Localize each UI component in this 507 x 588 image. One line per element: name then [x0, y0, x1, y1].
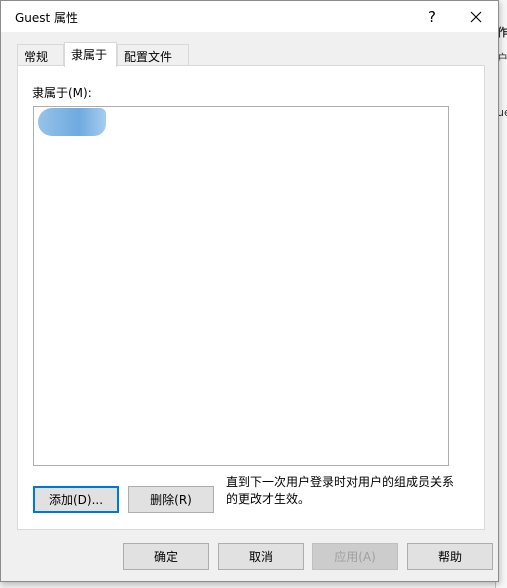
properties-dialog: Guest 属性 ? 常规 隶属于 配置文件 隶属于(M): 添加(D)... … — [0, 0, 499, 582]
remove-button[interactable]: 删除(R) — [128, 486, 214, 513]
title-bar[interactable]: Guest 属性 ? — [1, 1, 498, 32]
tab-profile[interactable]: 配置文件 — [117, 44, 189, 65]
member-of-label: 隶属于(M): — [32, 86, 92, 100]
add-button[interactable]: 添加(D)... — [33, 486, 119, 513]
cancel-button[interactable]: 取消 — [218, 543, 304, 570]
help-button[interactable]: 帮助 — [407, 543, 493, 570]
tab-general[interactable]: 常规 — [17, 44, 64, 65]
close-icon[interactable] — [453, 1, 499, 32]
list-item-redacted[interactable] — [38, 108, 106, 136]
member-of-panel: 隶属于(M): 添加(D)... 删除(R) 直到下一次用户登录时对用户的组成员… — [17, 65, 485, 530]
apply-button[interactable]: 应用(A) — [312, 543, 398, 570]
member-of-list[interactable] — [33, 106, 449, 466]
ok-button[interactable]: 确定 — [123, 543, 209, 570]
window-title: Guest 属性 — [15, 11, 79, 25]
membership-change-note: 直到下一次用户登录时对用户的组成员关系的更改才生效。 — [226, 475, 455, 506]
help-icon[interactable]: ? — [409, 1, 455, 32]
tab-member-of[interactable]: 隶属于 — [64, 42, 117, 67]
